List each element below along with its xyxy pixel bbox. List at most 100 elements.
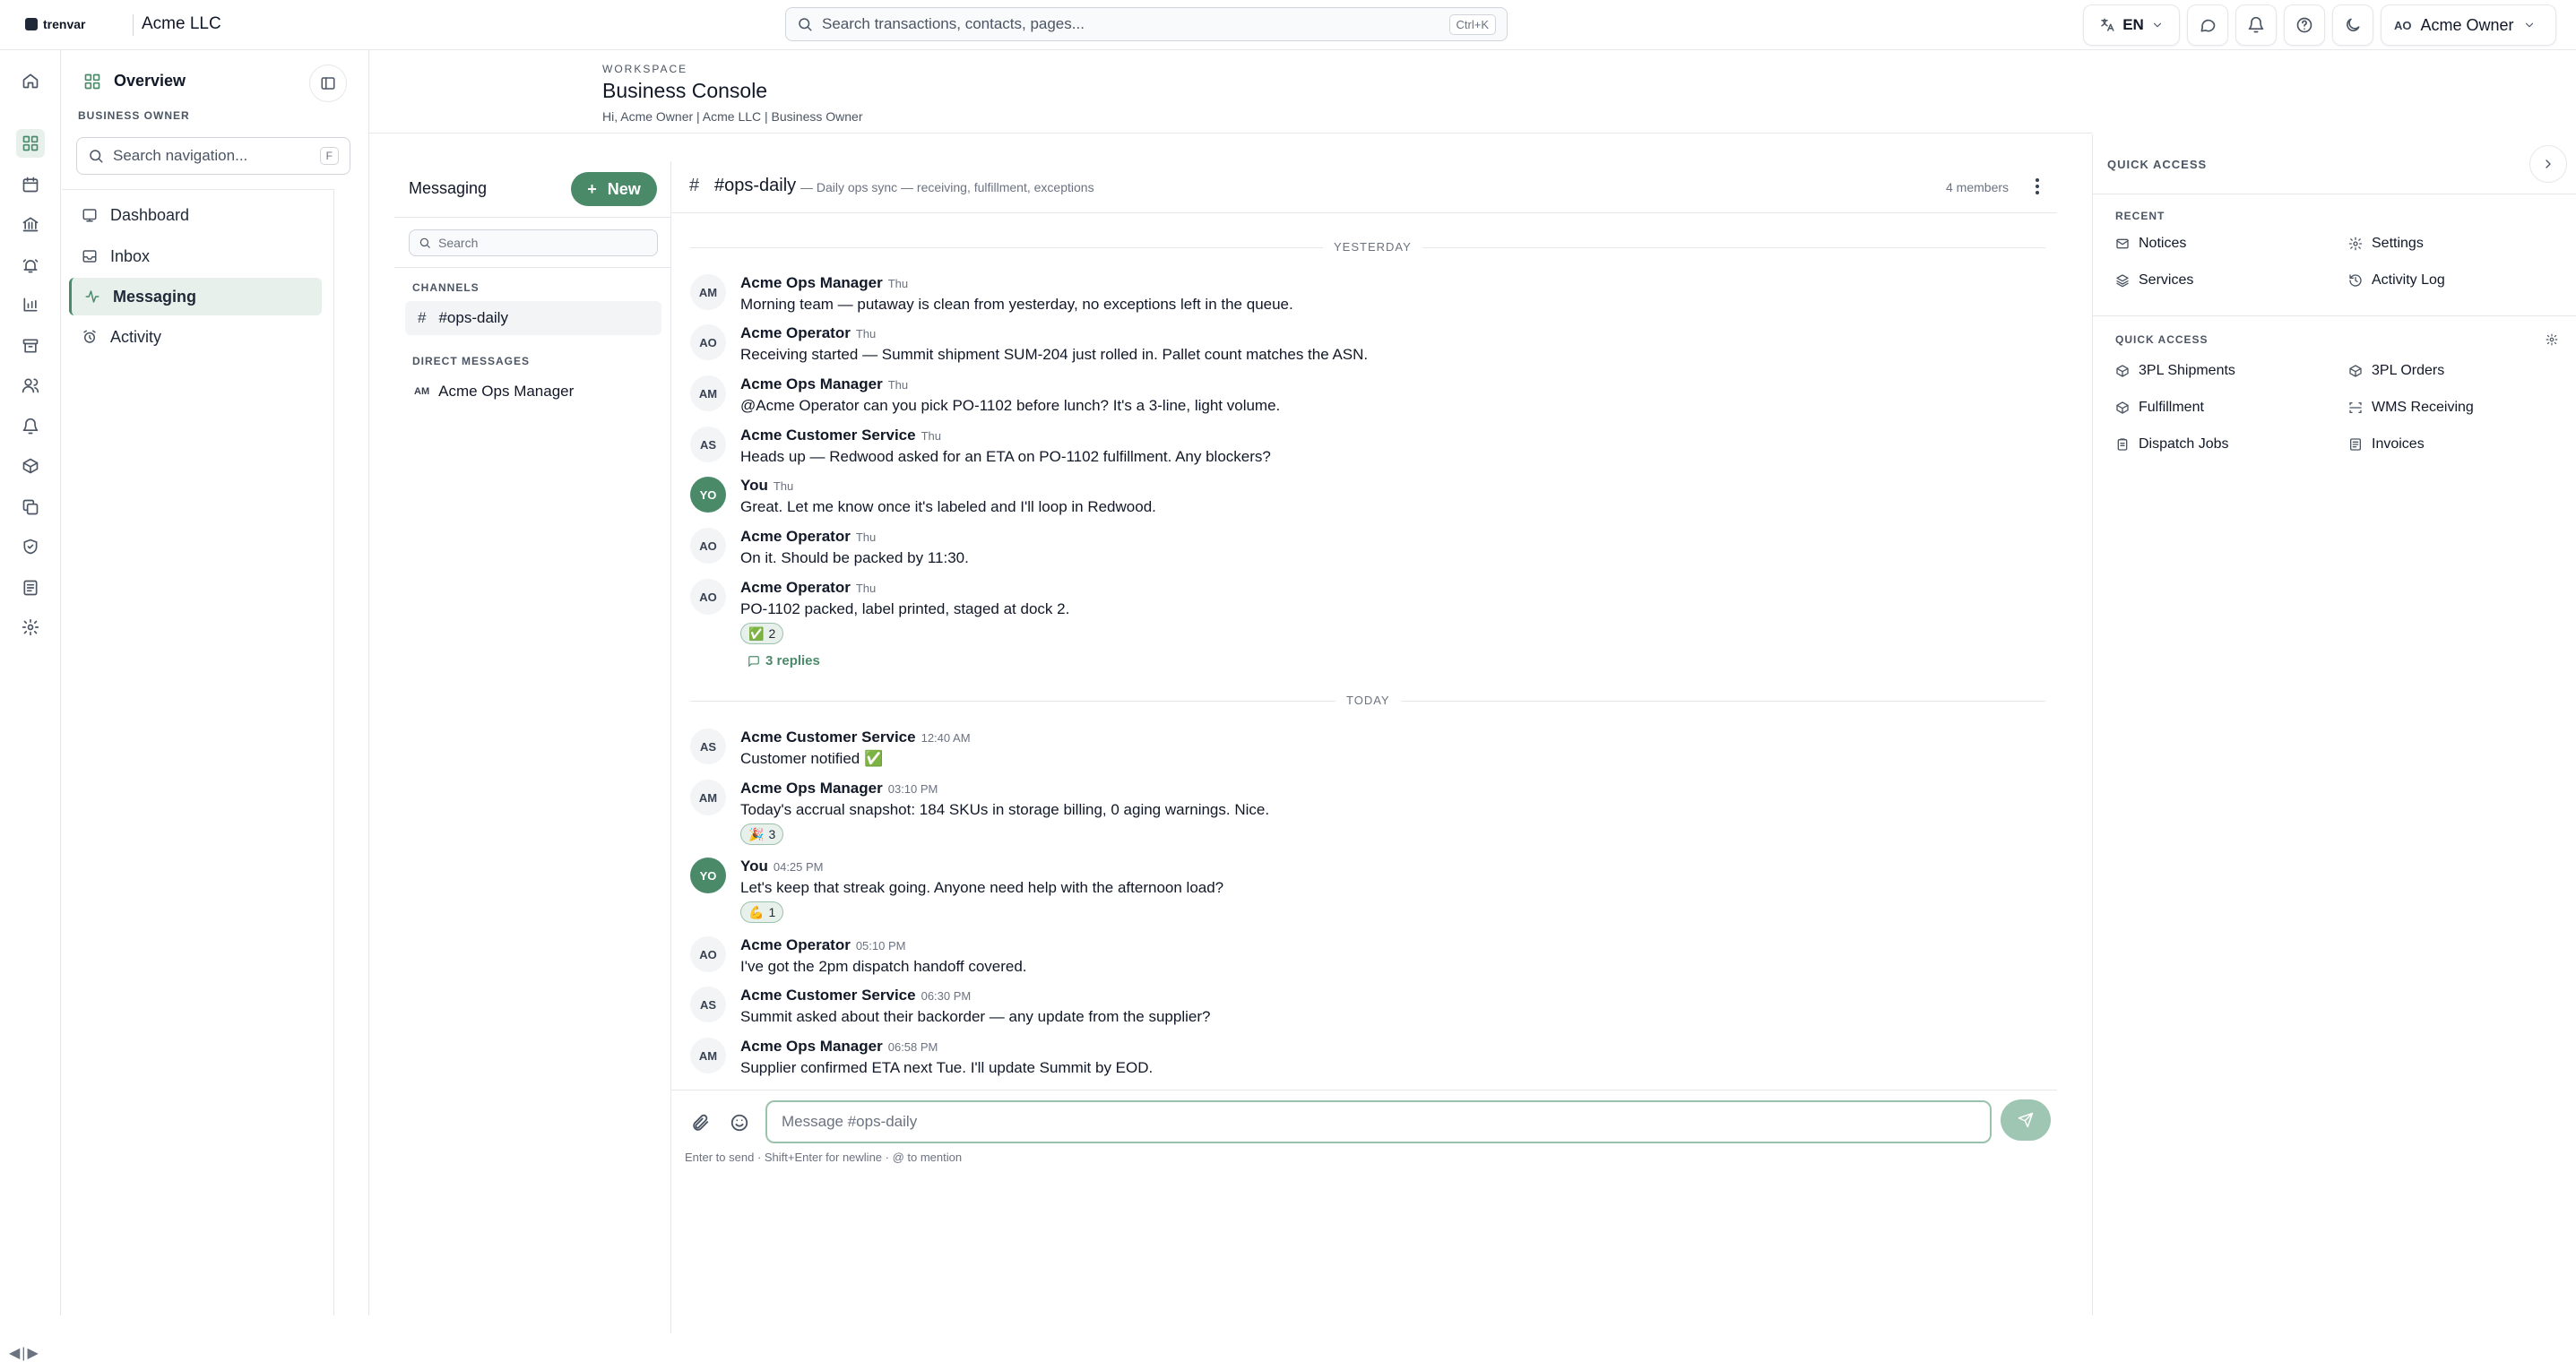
avatar[interactable]: AO (690, 528, 726, 564)
copy-icon (22, 499, 39, 515)
reaction-count: 3 (768, 827, 776, 841)
rail-notifications[interactable] (16, 412, 45, 441)
recent-item-activity-log[interactable]: Activity Log (2348, 272, 2445, 289)
rail-home[interactable] (16, 66, 45, 95)
global-search-input[interactable]: Search transactions, contacts, pages... … (785, 7, 1508, 41)
message-author[interactable]: You 04:25 PM (740, 858, 824, 875)
nav-section-title[interactable]: Overview (83, 72, 186, 91)
nav-item-messaging[interactable]: Messaging (69, 278, 322, 315)
rail-overview[interactable] (16, 129, 45, 158)
recent-item-label: Notices (2139, 236, 2187, 251)
avatar[interactable]: AM (690, 1038, 726, 1073)
rail-scroll-arrows[interactable]: ◀|▶ (9, 1344, 40, 1362)
conversation-search-placeholder: Search (438, 236, 479, 250)
notifications-button[interactable] (2235, 4, 2277, 46)
language-selector[interactable]: EN (2083, 4, 2180, 46)
rail-contacts[interactable] (16, 371, 45, 400)
grid-icon (84, 73, 100, 89)
quick-item-dispatch-jobs[interactable]: Dispatch Jobs (2115, 436, 2229, 453)
new-conversation-button[interactable]: + New (571, 172, 657, 206)
rail-invoices[interactable] (16, 573, 45, 602)
recent-item-services[interactable]: Services (2115, 272, 2193, 289)
author-name: Acme Customer Service (740, 987, 916, 1004)
rail-alerts[interactable] (16, 251, 45, 280)
quick-item-invoices[interactable]: Invoices (2348, 436, 2425, 453)
help-button[interactable] (2284, 4, 2325, 46)
message-input-placeholder: Message #ops-daily (782, 1113, 918, 1130)
mail-icon (2116, 238, 2129, 249)
avatar[interactable]: AS (690, 728, 726, 764)
rail-documents[interactable] (16, 493, 45, 522)
reply-bubble-icon (748, 655, 759, 668)
history-icon (2349, 274, 2362, 287)
member-count[interactable]: 4 members (1946, 180, 2009, 194)
message-author[interactable]: Acme Ops Manager 03:10 PM (740, 780, 938, 797)
channel-menu-button[interactable] (2027, 174, 2048, 199)
message-time: 04:25 PM (773, 860, 824, 874)
avatar[interactable]: AM (690, 375, 726, 411)
message-author[interactable]: Acme Ops Manager Thu (740, 375, 908, 393)
message-author[interactable]: Acme Operator Thu (740, 579, 876, 597)
message-author[interactable]: Acme Ops Manager Thu (740, 274, 908, 292)
emoji-button[interactable] (730, 1113, 749, 1133)
search-icon (419, 237, 430, 248)
rail-inventory[interactable] (16, 332, 45, 360)
quick-item-3pl-shipments[interactable]: 3PL Shipments (2115, 363, 2235, 379)
collapse-panel-button[interactable] (2529, 145, 2567, 183)
quick-item-3pl-orders[interactable]: 3PL Orders (2348, 363, 2444, 379)
nav-item-label: Messaging (113, 287, 197, 306)
theme-toggle-button[interactable] (2332, 4, 2373, 46)
message-author[interactable]: Acme Operator Thu (740, 324, 876, 342)
message-author[interactable]: Acme Customer Service 06:30 PM (740, 987, 971, 1004)
brand-logo[interactable]: trenvar (25, 17, 85, 31)
reaction-chip[interactable]: 💪 1 (740, 901, 784, 923)
send-button[interactable] (2001, 1099, 2051, 1141)
channels-heading: CHANNELS (412, 281, 480, 294)
nav-item-inbox[interactable]: Inbox (69, 237, 322, 275)
message-author[interactable]: Acme Customer Service 12:40 AM (740, 728, 971, 746)
rail-calendar[interactable] (16, 170, 45, 199)
message-item: AO Acme Operator Thu PO-1102 packed, labe… (690, 579, 2035, 672)
attach-button[interactable] (690, 1113, 710, 1133)
avatar[interactable]: AO (690, 324, 726, 360)
message-author[interactable]: Acme Operator 05:10 PM (740, 936, 905, 954)
messages-button[interactable] (2187, 4, 2228, 46)
message-author[interactable]: Acme Customer Service Thu (740, 427, 941, 444)
author-name: You (740, 477, 768, 494)
nav-search-input[interactable]: Search navigation... F (76, 137, 350, 175)
avatar[interactable]: YO (690, 477, 726, 513)
nav-item-activity[interactable]: Activity (69, 318, 322, 356)
message-author[interactable]: Acme Operator Thu (740, 528, 876, 546)
avatar[interactable]: YO (690, 858, 726, 893)
nav-item-label: Dashboard (110, 205, 190, 224)
collapse-sidebar-button[interactable] (309, 65, 347, 102)
channel-item-ops-daily[interactable]: # #ops-daily (405, 301, 661, 335)
quick-item-wms-receiving[interactable]: WMS Receiving (2348, 400, 2474, 416)
user-menu[interactable]: AO Acme Owner (2381, 4, 2556, 46)
message-author[interactable]: Acme Ops Manager 06:58 PM (740, 1038, 938, 1056)
recent-item-notices[interactable]: Notices (2115, 236, 2186, 252)
rail-bank[interactable] (16, 210, 45, 238)
avatar[interactable]: AM (690, 274, 726, 310)
conversation-search-input[interactable]: Search (409, 229, 658, 256)
thread-replies-link[interactable]: 3 replies (748, 653, 820, 668)
rail-analytics[interactable] (16, 290, 45, 319)
rail-packages[interactable] (16, 452, 45, 480)
rail-security[interactable] (16, 532, 45, 561)
message-input[interactable]: Message #ops-daily (765, 1100, 1992, 1143)
avatar[interactable]: AO (690, 936, 726, 972)
nav-item-dashboard[interactable]: Dashboard (69, 196, 322, 234)
message-text: @Acme Operator can you pick PO-1102 befo… (740, 397, 1281, 414)
avatar[interactable]: AS (690, 427, 726, 462)
quick-item-fulfillment[interactable]: Fulfillment (2115, 400, 2204, 416)
dm-item-ops-manager[interactable]: AM Acme Ops Manager (405, 375, 661, 409)
reaction-chip[interactable]: ✅ 2 (740, 623, 784, 644)
avatar[interactable]: AM (690, 780, 726, 815)
reaction-chip[interactable]: 🎉 3 (740, 823, 784, 845)
message-author[interactable]: You Thu (740, 477, 793, 495)
rail-settings[interactable] (16, 613, 45, 642)
quick-access-settings-button[interactable] (2546, 333, 2558, 346)
recent-item-settings[interactable]: Settings (2348, 236, 2424, 252)
avatar[interactable]: AO (690, 579, 726, 615)
avatar[interactable]: AS (690, 987, 726, 1022)
